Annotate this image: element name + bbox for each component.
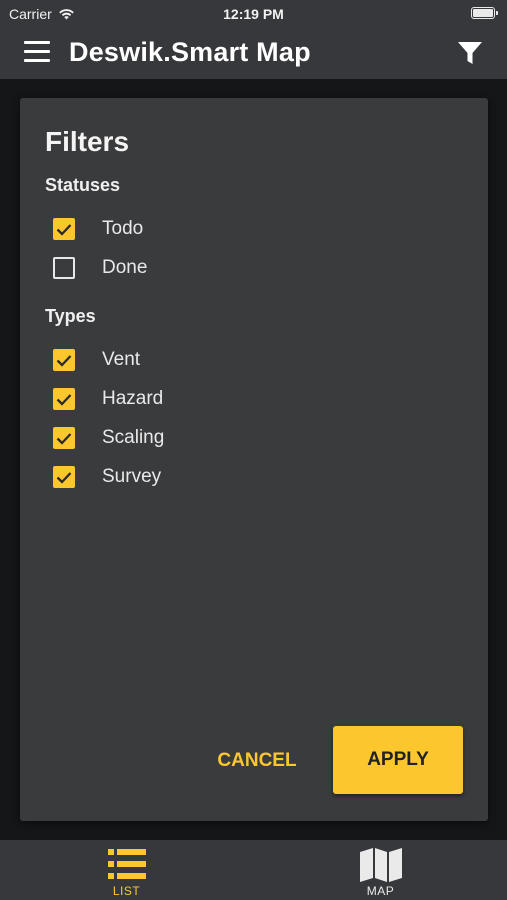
apply-button[interactable]: APPLY: [333, 726, 463, 794]
nav-label-list: LIST: [112, 884, 141, 898]
checkmark-icon: [56, 223, 72, 236]
option-label: Vent: [102, 349, 141, 370]
checkbox-scaling[interactable]: [53, 427, 75, 449]
nav-tab-list[interactable]: LIST: [0, 840, 253, 900]
checkmark-icon: [56, 393, 72, 406]
folded-map-icon: [359, 848, 402, 882]
filter-option-todo[interactable]: Todo: [53, 214, 143, 244]
cancel-button[interactable]: CANCEL: [202, 740, 312, 782]
app-bar: Deswik.Smart Map: [0, 28, 507, 79]
option-label: Todo: [102, 218, 144, 239]
battery-icon: [471, 7, 498, 19]
dialog-title: Filters: [45, 126, 130, 157]
filters-dialog: Filters Statuses Todo Done Types Vent Ha…: [20, 98, 488, 821]
checkbox-vent[interactable]: [53, 349, 75, 371]
checkbox-todo[interactable]: [53, 218, 75, 240]
option-label: Done: [102, 257, 148, 278]
filter-option-survey[interactable]: Survey: [53, 462, 161, 492]
types-heading: Types: [45, 306, 96, 326]
list-icon: [107, 849, 146, 879]
checkbox-survey[interactable]: [53, 466, 75, 488]
option-label: Scaling: [102, 427, 165, 448]
menu-button[interactable]: [24, 41, 50, 65]
bottom-nav: LIST MAP: [0, 840, 507, 900]
nav-tab-map[interactable]: MAP: [254, 840, 507, 900]
filter-option-vent[interactable]: Vent: [53, 345, 140, 375]
checkbox-done[interactable]: [53, 257, 75, 279]
clock: 12:19 PM: [223, 6, 284, 22]
option-label: Hazard: [102, 388, 164, 409]
status-bar: Carrier 12:19 PM: [0, 0, 507, 28]
filter-button[interactable]: [457, 40, 483, 66]
filter-option-scaling[interactable]: Scaling: [53, 423, 164, 453]
hamburger-icon: [24, 41, 50, 62]
statuses-heading: Statuses: [45, 175, 121, 195]
checkmark-icon: [56, 354, 72, 367]
checkmark-icon: [56, 471, 72, 484]
funnel-icon: [458, 42, 482, 64]
checkmark-icon: [56, 432, 72, 445]
nav-label-map: MAP: [366, 884, 395, 898]
checkbox-hazard[interactable]: [53, 388, 75, 410]
app-title: Deswik.Smart Map: [69, 37, 311, 67]
filter-option-hazard[interactable]: Hazard: [53, 384, 163, 414]
filter-option-done[interactable]: Done: [53, 253, 147, 283]
option-label: Survey: [102, 466, 162, 487]
